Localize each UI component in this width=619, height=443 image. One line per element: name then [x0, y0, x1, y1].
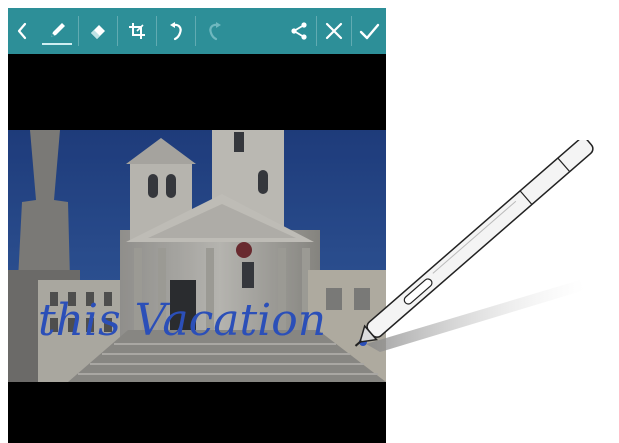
- share-icon: [291, 22, 307, 40]
- done-button[interactable]: [352, 8, 386, 54]
- pen-icon: [51, 23, 65, 37]
- photo-canvas[interactable]: this Vacation: [8, 130, 386, 382]
- eraser-tool-button[interactable]: [79, 8, 117, 54]
- undo-icon: [170, 22, 182, 41]
- s-pen-illustration: [354, 140, 594, 352]
- close-icon: [325, 22, 343, 40]
- back-button[interactable]: [8, 8, 36, 54]
- back-icon: [17, 22, 27, 40]
- redo-icon: [209, 22, 221, 41]
- church-photo: this Vacation: [8, 130, 386, 382]
- undo-button[interactable]: [157, 8, 195, 54]
- redo-button[interactable]: [196, 8, 234, 54]
- device-screen: this Vacation: [8, 8, 386, 443]
- handwritten-text: this Vacation: [38, 295, 326, 346]
- pen-tool-button[interactable]: [36, 8, 78, 54]
- crop-tool-button[interactable]: [118, 8, 156, 54]
- share-button[interactable]: [282, 8, 316, 54]
- cancel-button[interactable]: [317, 8, 351, 54]
- eraser-icon: [91, 25, 105, 39]
- done-icon: [359, 23, 380, 40]
- crop-icon: [129, 23, 145, 39]
- edit-toolbar: [8, 8, 386, 54]
